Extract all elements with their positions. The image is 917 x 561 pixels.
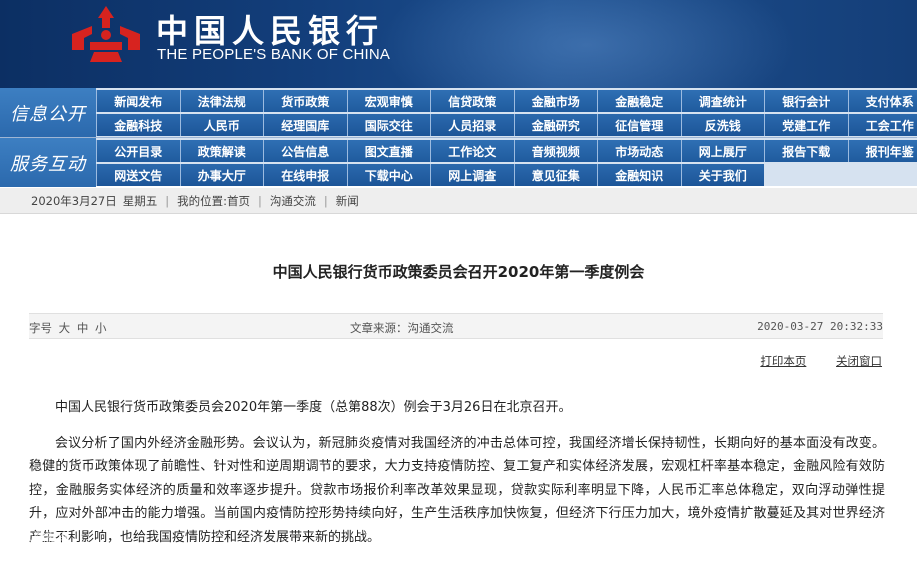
nav-item[interactable]: 货币政策: [263, 90, 347, 112]
nav-item[interactable]: 经理国库: [263, 114, 347, 136]
nav-item[interactable]: 网送文告: [96, 164, 180, 186]
current-date: 2020年3月27日: [31, 193, 117, 208]
nav-item[interactable]: 法律法规: [179, 90, 263, 112]
main-navigation: 信息公开 新闻发布 法律法规 货币政策 宏观审慎 信贷政策 金融市场 金融稳定 …: [0, 88, 917, 187]
font-size-label: 字号: [29, 321, 52, 335]
nav-section-info: 信息公开 新闻发布 法律法规 货币政策 宏观审慎 信贷政策 金融市场 金融稳定 …: [0, 88, 917, 137]
nav-item[interactable]: 音频视频: [513, 140, 597, 162]
pboc-emblem-icon: [72, 6, 140, 62]
nav-item[interactable]: 国际交往: [346, 114, 430, 136]
article-paragraph: 中国人民银行货币政策委员会2020年第一季度（总第88次）例会于3月26日在北京…: [55, 400, 572, 415]
nav-item[interactable]: 网上调查: [430, 164, 514, 186]
nav-item[interactable]: 工会工作: [847, 114, 917, 136]
nav-item[interactable]: 支付体系: [847, 90, 917, 112]
nav-item[interactable]: 图文直播: [346, 140, 430, 162]
nav-item[interactable]: 金融知识: [597, 164, 681, 186]
nav-item[interactable]: 公开目录: [96, 140, 180, 162]
nav-item[interactable]: 关于我们: [680, 164, 764, 186]
font-size-medium-link[interactable]: 中: [77, 321, 89, 335]
breadcrumb-divider: |: [257, 193, 262, 208]
watermark: CO 大数据库: [0, 530, 70, 544]
current-weekday: 星期五: [122, 193, 158, 208]
nav-item[interactable]: 人民币: [179, 114, 263, 136]
nav-item[interactable]: 报刊年鉴: [847, 140, 917, 162]
nav-row: 公开目录 政策解读 公告信息 图文直播 工作论文 音频视频 市场动态 网上展厅 …: [96, 139, 917, 163]
nav-item[interactable]: 征信管理: [597, 114, 681, 136]
article-body: 中国人民银行货币政策委员会2020年第一季度（总第88次）例会于3月26日在北京…: [29, 396, 885, 561]
nav-row: 金融科技 人民币 经理国库 国际交往 人员招录 金融研究 征信管理 反洗钱 党建…: [96, 113, 917, 137]
nav-row: 新闻发布 法律法规 货币政策 宏观审慎 信贷政策 金融市场 金融稳定 调查统计 …: [96, 89, 917, 113]
nav-section-label: 信息公开: [0, 88, 96, 137]
breadcrumb-home-link[interactable]: 首页: [227, 193, 250, 209]
print-page-link[interactable]: 打印本页: [760, 354, 806, 368]
breadcrumb: 2020年3月27日 星期五 | 我的位置: 首页 | 沟通交流 | 新闻: [0, 188, 917, 214]
nav-item[interactable]: 公告信息: [263, 140, 347, 162]
location-label: 我的位置:: [177, 193, 227, 208]
breadcrumb-level1-link[interactable]: 沟通交流: [270, 193, 316, 209]
nav-item[interactable]: 意见征集: [513, 164, 597, 186]
breadcrumb-divider: |: [165, 193, 170, 208]
nav-item[interactable]: 报告下载: [764, 140, 848, 162]
header-glow: [377, 0, 797, 88]
nav-section-service: 服务互动 公开目录 政策解读 公告信息 图文直播 工作论文 音频视频 市场动态 …: [0, 137, 917, 187]
nav-item[interactable]: 人员招录: [430, 114, 514, 136]
article-meta-bar: 字号 大 中 小 文章来源：沟通交流 2020-03-27 20:32:33: [29, 313, 883, 339]
nav-item[interactable]: 市场动态: [597, 140, 681, 162]
nav-item[interactable]: 金融科技: [96, 114, 180, 136]
nav-row: 网送文告 办事大厅 在线申报 下载中心 网上调查 意见征集 金融知识 关于我们: [96, 163, 764, 187]
nav-item[interactable]: 信贷政策: [430, 90, 514, 112]
nav-item[interactable]: 银行会计: [764, 90, 848, 112]
nav-item[interactable]: 反洗钱: [680, 114, 764, 136]
font-size-selector: 字号 大 中 小: [29, 320, 106, 336]
article-timestamp: 2020-03-27 20:32:33: [757, 320, 883, 333]
nav-item[interactable]: 办事大厅: [179, 164, 263, 186]
site-header: 中国人民银行 THE PEOPLE'S BANK OF CHINA: [0, 0, 917, 88]
nav-item[interactable]: 在线申报: [263, 164, 347, 186]
article-paragraph: 会议分析了国内外经济金融形势。会议认为，新冠肺炎疫情对我国经济的冲击总体可控，我…: [29, 435, 885, 545]
nav-item[interactable]: 宏观审慎: [346, 90, 430, 112]
font-size-small-link[interactable]: 小: [95, 321, 107, 335]
nav-item[interactable]: 政策解读: [179, 140, 263, 162]
nav-item[interactable]: 新闻发布: [96, 90, 180, 112]
breadcrumb-divider: |: [323, 193, 328, 208]
nav-item[interactable]: 党建工作: [764, 114, 848, 136]
site-title-en[interactable]: THE PEOPLE'S BANK OF CHINA: [157, 46, 390, 63]
nav-item[interactable]: 金融市场: [513, 90, 597, 112]
article-source: 文章来源：沟通交流: [350, 321, 454, 335]
nav-item[interactable]: 调查统计: [680, 90, 764, 112]
nav-item[interactable]: 工作论文: [430, 140, 514, 162]
breadcrumb-level2-link[interactable]: 新闻: [336, 193, 359, 209]
close-window-link[interactable]: 关闭窗口: [836, 354, 882, 368]
font-size-large-link[interactable]: 大: [59, 321, 71, 335]
nav-section-label: 服务互动: [0, 138, 96, 187]
nav-item[interactable]: 金融研究: [513, 114, 597, 136]
article-actions: 打印本页 关闭窗口: [734, 353, 882, 369]
nav-item[interactable]: 下载中心: [346, 164, 430, 186]
nav-item[interactable]: 网上展厅: [680, 140, 764, 162]
nav-item[interactable]: 金融稳定: [597, 90, 681, 112]
article-title: 中国人民银行货币政策委员会召开2020年第一季度例会: [272, 263, 645, 281]
